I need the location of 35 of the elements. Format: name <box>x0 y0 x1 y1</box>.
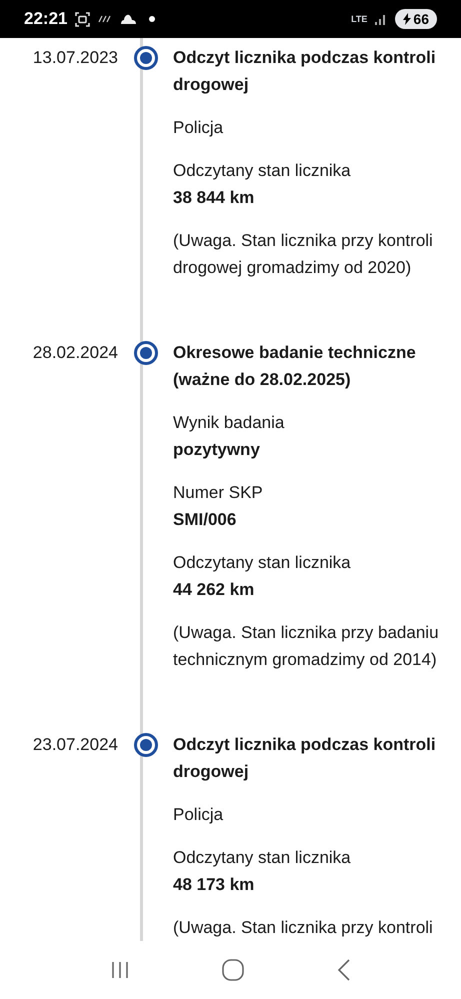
network-label: LTE <box>351 14 368 24</box>
entry-date: 23.07.2024 <box>32 734 118 756</box>
entry-text: (Uwaga. Stan licznika przy badaniu technicznym gromadzimy od 2014) <box>173 622 440 671</box>
field-value: SMI/006 <box>173 509 238 531</box>
field-label: Odczytany stan licznika <box>173 552 352 574</box>
entry-date: 13.07.2023 <box>32 47 118 69</box>
field-label: Numer SKP <box>173 482 264 504</box>
timeline-node-icon <box>134 341 158 365</box>
bolt-icon <box>403 13 412 25</box>
screenshot-icon <box>75 12 90 26</box>
battery-level: 66 <box>413 10 429 28</box>
field-value: pozytywny <box>173 439 261 461</box>
field-value: 38 844 km <box>173 187 256 209</box>
hatch-icon <box>98 15 112 23</box>
recent-apps-icon[interactable] <box>110 961 130 979</box>
home-icon[interactable] <box>222 959 244 981</box>
timeline-node-icon <box>134 46 158 70</box>
field-value: 48 173 km <box>173 874 256 896</box>
entry-text: Policja <box>173 804 224 826</box>
entry-title: Odczyt licznika podczas kontroli drogowej <box>173 47 437 96</box>
field-label: Odczytany stan licznika <box>173 160 352 182</box>
entry-text: (Uwaga. Stan licznika przy kontroli drogowej gromadzimy od 2020) <box>173 230 434 279</box>
entry-date: 28.02.2024 <box>32 342 118 364</box>
signal-icon <box>375 13 388 25</box>
entry-text: Policja <box>173 117 224 139</box>
back-icon[interactable] <box>336 959 351 981</box>
field-label: Odczytany stan licznika <box>173 847 352 869</box>
timeline-node-icon <box>134 733 158 757</box>
field-label: Wynik badania <box>173 412 286 434</box>
clock: 22:21 <box>24 8 68 30</box>
entry-title: Okresowe badanie techniczne (ważne do 28.02.2025) <box>173 342 417 391</box>
cloud-icon <box>120 14 138 24</box>
entry-title: Odczyt licznika podczas kontroli drogowej <box>173 734 437 783</box>
entry-text: (Uwaga. Stan licznika przy kontroli <box>173 917 434 939</box>
field-value: 44 262 km <box>173 579 256 601</box>
